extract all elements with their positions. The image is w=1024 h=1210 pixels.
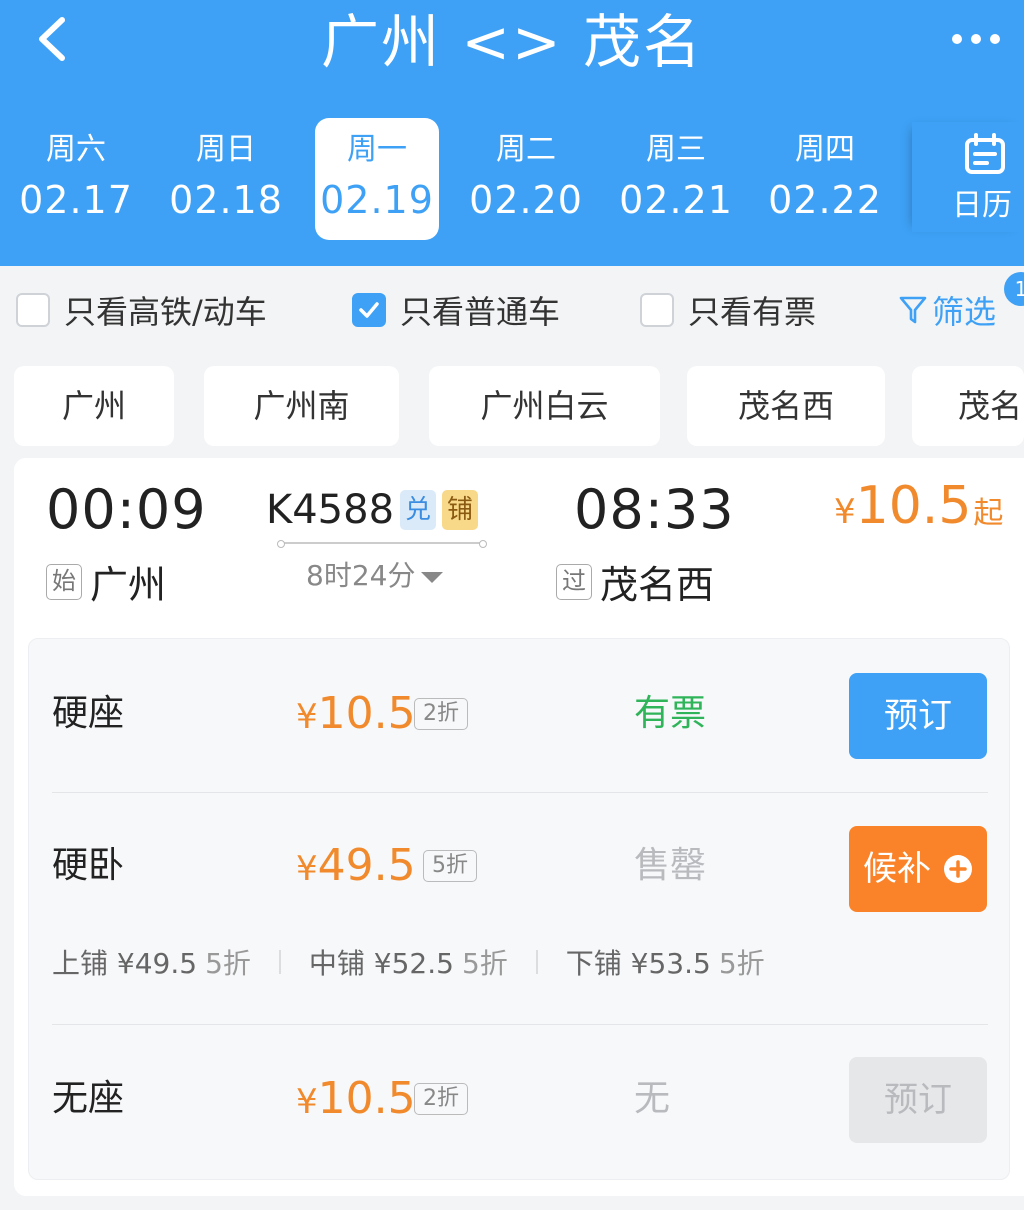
upper-berth-discount: 5折 <box>205 947 251 980</box>
train-number-text: K4588 <box>266 487 395 533</box>
waitlist-button-yingwo[interactable]: 候补 <box>849 826 987 912</box>
page-title: 广州 <> 茂名 <box>320 8 704 76</box>
seat-name-yingzuo: 硬座 <box>52 693 125 734</box>
date-tab-0221[interactable]: 周三 02.21 <box>614 118 738 240</box>
station-chip-maoming[interactable]: 茂名 <box>912 366 1024 446</box>
lower-berth-discount: 5折 <box>718 947 765 980</box>
date-tab-weekday: 周三 <box>646 132 706 167</box>
book-button-wuzuo-disabled: 预订 <box>849 1057 987 1143</box>
checkbox-icon <box>16 293 50 327</box>
checkbox-icon <box>640 293 674 327</box>
berth-separator <box>535 950 538 974</box>
filter-putong-label: 只看普通车 <box>400 293 561 331</box>
filter-youpiao-checkbox[interactable]: 只看有票 <box>640 290 817 331</box>
divider <box>52 1024 988 1025</box>
seat-price-yingwo: ¥49.5 <box>296 840 416 891</box>
station-chip-guangzhoubaiyun[interactable]: 广州白云 <box>429 366 660 446</box>
filter-gaotie-checkbox[interactable]: 只看高铁/动车 <box>16 290 267 331</box>
date-tab-weekday: 周一 <box>347 132 407 167</box>
date-tab-date: 02.20 <box>469 178 583 222</box>
checkbox-checked-icon <box>352 293 386 327</box>
filter-button[interactable]: 筛选 <box>898 290 997 331</box>
seat-price-currency: ¥ <box>296 1082 318 1122</box>
filter-label: 筛选 <box>932 293 997 331</box>
date-tab-0219-selected[interactable]: 周一 02.19 <box>315 118 439 240</box>
duration-toggle[interactable]: 8时24分 <box>306 558 444 594</box>
seat-price-yingzuo: ¥10.5 <box>296 688 416 739</box>
divider <box>52 792 988 793</box>
berth-tag: 铺 <box>442 490 479 530</box>
date-tab-date: 02.18 <box>169 178 283 222</box>
seat-price-value: 10.5 <box>317 1073 416 1124</box>
calendar-icon <box>965 133 1005 174</box>
arrival-time: 08:33 <box>574 478 735 541</box>
calendar-button[interactable]: 日历 <box>912 122 1024 232</box>
middle-berth-discount: 5折 <box>461 947 508 980</box>
seat-name-yingwo: 硬卧 <box>52 845 125 886</box>
departure-time: 00:09 <box>46 478 207 541</box>
seat-name-wuzuo: 无座 <box>52 1078 125 1119</box>
lower-berth-price: 下铺 ¥53.5 <box>565 947 711 980</box>
pass-mark: 过 <box>556 563 592 600</box>
train-number[interactable]: K4588 兑 铺 <box>266 484 479 536</box>
discount-badge: 2折 <box>414 1083 468 1115</box>
filter-youpiao-label: 只看有票 <box>688 293 817 331</box>
discount-badge: 5折 <box>423 850 477 882</box>
min-price-currency: ¥ <box>834 492 856 532</box>
calendar-label: 日历 <box>952 188 1012 223</box>
filter-icon <box>899 296 927 324</box>
date-tab-0220[interactable]: 周二 02.20 <box>464 118 588 240</box>
book-button-yingzuo[interactable]: 预订 <box>849 673 987 759</box>
seat-price-wuzuo: ¥10.5 <box>296 1073 416 1124</box>
departure-station: 始 广州 <box>46 554 166 609</box>
filter-gaotie-label: 只看高铁/动车 <box>64 293 267 331</box>
arrival-station: 过 茂名西 <box>556 554 714 609</box>
middle-berth-price: 中铺 ¥52.5 <box>308 947 454 980</box>
station-chip-guangzhou[interactable]: 广州 <box>14 366 174 446</box>
seat-price-currency: ¥ <box>296 697 318 737</box>
seat-status-none: 无 <box>634 1078 671 1119</box>
seat-price-value: 49.5 <box>317 840 416 891</box>
berth-price-list: 上铺 ¥49.5 5折 中铺 ¥52.5 5折 下铺 ¥53.5 5折 <box>52 942 765 982</box>
duration-text: 8时24分 <box>306 559 416 592</box>
route-line <box>277 540 487 548</box>
seat-price-value: 10.5 <box>317 688 416 739</box>
date-tab-date: 02.19 <box>320 178 434 222</box>
date-tab-weekday: 周二 <box>496 132 556 167</box>
min-price-value: 10.5 <box>855 476 972 536</box>
date-tab-date: 02.21 <box>619 178 733 222</box>
header: 广州 <> 茂名 周六 02.17 周日 02.18 周一 02.19 周二 0… <box>0 0 1024 266</box>
min-price: ¥10.5 起 <box>834 476 1003 536</box>
date-tab-0222[interactable]: 周四 02.22 <box>763 118 887 240</box>
filter-row: 只看高铁/动车 只看普通车 只看有票 筛选 <box>0 266 1024 356</box>
plus-circle-icon <box>944 855 972 883</box>
station-chip-maomingxi[interactable]: 茂名西 <box>687 366 885 446</box>
seat-status-available: 有票 <box>634 693 707 734</box>
date-tab-0218[interactable]: 周日 02.18 <box>164 118 288 240</box>
date-tab-0217[interactable]: 周六 02.17 <box>14 118 138 240</box>
date-tab-date: 02.22 <box>768 178 882 222</box>
waitlist-label: 候补 <box>863 849 931 889</box>
filter-putong-checkbox[interactable]: 只看普通车 <box>352 290 561 331</box>
berth-separator <box>278 950 281 974</box>
date-tab-weekday: 周日 <box>196 132 256 167</box>
origin-mark: 始 <box>46 563 82 600</box>
upper-berth-price: 上铺 ¥49.5 <box>52 947 198 980</box>
station-chip-guangzhounan[interactable]: 广州南 <box>204 366 399 446</box>
seat-status-soldout: 售罄 <box>634 845 707 886</box>
discount-badge: 2折 <box>414 698 468 730</box>
more-icon[interactable] <box>946 24 1006 54</box>
chevron-down-icon <box>421 571 444 583</box>
arrival-station-name: 茂名西 <box>600 563 715 607</box>
departure-station-name: 广州 <box>90 563 167 607</box>
date-tab-weekday: 周六 <box>46 132 106 167</box>
date-tab-weekday: 周四 <box>795 132 855 167</box>
date-tab-date: 02.17 <box>19 178 133 222</box>
exchange-tag: 兑 <box>400 490 437 530</box>
seat-price-currency: ¥ <box>296 849 318 889</box>
min-price-suffix: 起 <box>973 496 1004 531</box>
